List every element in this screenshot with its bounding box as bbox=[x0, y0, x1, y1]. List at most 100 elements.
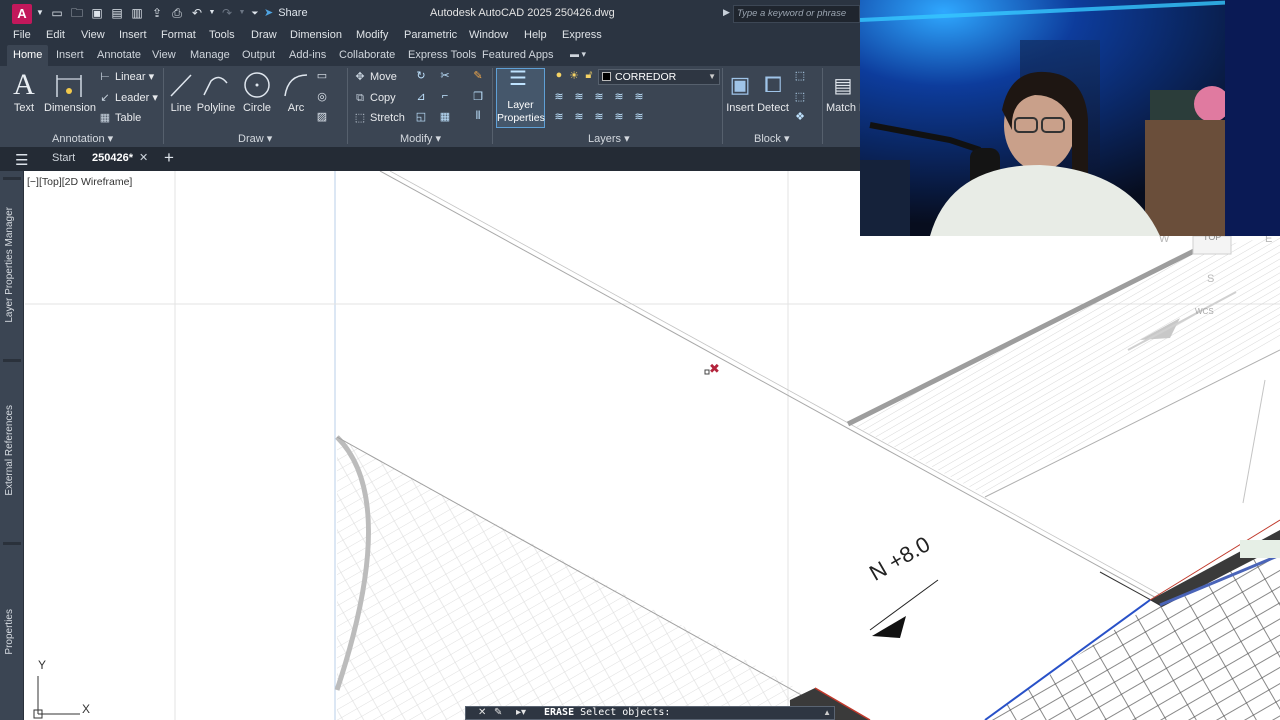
panel-title-layers[interactable]: Layers ▾ bbox=[588, 132, 630, 145]
tab-express-tools[interactable]: Express Tools bbox=[408, 49, 476, 61]
help-search-input[interactable]: Type a keyword or phrase bbox=[733, 5, 860, 23]
menu-file[interactable]: File bbox=[13, 29, 31, 41]
customize-toolbar-icon[interactable]: ⏷ bbox=[248, 6, 262, 20]
menu-dimension[interactable]: Dimension bbox=[290, 29, 342, 41]
current-layer-dropdown[interactable]: CORREDOR ▼ bbox=[598, 69, 720, 85]
menu-help[interactable]: Help bbox=[524, 29, 547, 41]
ribbon-minimize-icon[interactable]: ▬ ▾ bbox=[570, 49, 586, 60]
gradient-icon[interactable]: ▨ bbox=[314, 110, 330, 124]
chevron-up-icon[interactable]: ▲ bbox=[823, 707, 831, 719]
tab-start[interactable]: Start bbox=[52, 152, 75, 164]
menu-express[interactable]: Express bbox=[562, 29, 602, 41]
table-button[interactable]: ▦ Table bbox=[98, 110, 142, 126]
layer-lock-icon[interactable]: ≋ bbox=[551, 110, 567, 124]
linear-dimension-button[interactable]: ⊢ Linear ▾ bbox=[98, 69, 154, 85]
properties-tab[interactable]: Properties bbox=[4, 609, 15, 655]
layer-merge-icon[interactable]: ≋ bbox=[591, 110, 607, 124]
edit-block-icon[interactable]: ⬚ bbox=[792, 90, 808, 104]
menu-draw[interactable]: Draw bbox=[251, 29, 277, 41]
undo-dropdown-icon[interactable]: ▼ bbox=[205, 6, 219, 20]
share-button[interactable]: ➤ Share bbox=[264, 5, 308, 22]
tab-manage[interactable]: Manage bbox=[190, 49, 230, 61]
customize-icon[interactable]: ✎ bbox=[494, 707, 502, 719]
viewcube-south-label[interactable]: S bbox=[1207, 273, 1214, 285]
panel-title-modify[interactable]: Modify ▾ bbox=[400, 132, 441, 145]
tab-add-ins[interactable]: Add-ins bbox=[289, 49, 326, 61]
undo-icon[interactable]: ↶ bbox=[190, 6, 204, 20]
viewport-controls[interactable]: [−][Top][2D Wireframe] bbox=[27, 176, 132, 188]
hatch-icon[interactable]: ◎ bbox=[314, 90, 330, 104]
menu-insert[interactable]: Insert bbox=[119, 29, 147, 41]
export-icon[interactable]: ⇪ bbox=[150, 6, 164, 20]
layer-off-icon[interactable]: ≋ bbox=[631, 90, 647, 104]
layer-previous-icon[interactable]: ≋ bbox=[571, 90, 587, 104]
tab-output[interactable]: Output bbox=[242, 49, 275, 61]
open-folder-icon[interactable]: 🗀 bbox=[70, 6, 84, 20]
circle-button[interactable]: Circle bbox=[240, 68, 274, 114]
offset-icon[interactable]: ⫴ bbox=[470, 110, 486, 124]
search-expand-icon[interactable]: ▶ bbox=[723, 7, 730, 18]
stretch-button[interactable]: ⬚ Stretch bbox=[353, 110, 405, 126]
layer-properties-manager-tab[interactable]: Layer Properties Manager bbox=[4, 207, 15, 323]
tab-active-drawing[interactable]: 250426* bbox=[92, 152, 133, 164]
array-icon[interactable]: ▦ bbox=[437, 110, 453, 124]
menu-hamburger-icon[interactable]: ☰ bbox=[15, 151, 28, 169]
add-tab-icon[interactable]: + bbox=[164, 148, 174, 168]
wcs-label[interactable]: WCS bbox=[1195, 307, 1214, 316]
dimension-button[interactable]: Dimension bbox=[44, 68, 96, 114]
insert-block-button[interactable]: ▣ Insert bbox=[725, 68, 755, 114]
move-button[interactable]: ✥ Move bbox=[353, 69, 397, 85]
tab-home[interactable]: Home bbox=[7, 45, 49, 66]
new-file-icon[interactable]: ▭ bbox=[50, 6, 64, 20]
layer-delete-icon[interactable]: ≋ bbox=[611, 110, 627, 124]
tab-insert[interactable]: Insert bbox=[56, 49, 84, 61]
close-icon[interactable]: ✕ bbox=[478, 707, 486, 719]
menu-view[interactable]: View bbox=[81, 29, 105, 41]
layer-match-icon[interactable]: ≋ bbox=[551, 90, 567, 104]
redo-dropdown-icon[interactable]: ▼ bbox=[235, 6, 249, 20]
line-button[interactable]: Line bbox=[168, 68, 194, 114]
tab-view[interactable]: View bbox=[152, 49, 176, 61]
tab-collaborate[interactable]: Collaborate bbox=[339, 49, 395, 61]
autocad-logo[interactable]: A bbox=[12, 4, 32, 24]
layer-copy-icon[interactable]: ≋ bbox=[631, 110, 647, 124]
match-properties-button[interactable]: ▤ Match Propert bbox=[826, 68, 860, 115]
close-icon[interactable]: ✕ bbox=[139, 151, 148, 164]
layer-isolate-icon[interactable]: ≋ bbox=[591, 90, 607, 104]
polyline-button[interactable]: Polyline bbox=[196, 68, 236, 114]
layer-freeze-icon[interactable]: ≋ bbox=[611, 90, 627, 104]
panel-title-annotation[interactable]: Annotation ▾ bbox=[52, 132, 113, 145]
tab-featured-apps[interactable]: Featured Apps bbox=[482, 49, 554, 61]
external-references-tab[interactable]: External References bbox=[4, 405, 15, 496]
cloud-save-icon[interactable]: ▥ bbox=[130, 6, 144, 20]
plot-icon[interactable]: ⎙ bbox=[170, 6, 184, 20]
redo-icon[interactable]: ↷ bbox=[220, 6, 234, 20]
menu-tools[interactable]: Tools bbox=[209, 29, 235, 41]
explode-icon[interactable]: ❒ bbox=[470, 90, 486, 104]
detect-button[interactable]: ⧠ Detect bbox=[757, 68, 789, 114]
layer-properties-button[interactable]: ☰ Layer Properties bbox=[496, 68, 545, 128]
arc-button[interactable]: Arc bbox=[282, 68, 310, 114]
menu-edit[interactable]: Edit bbox=[46, 29, 65, 41]
create-block-icon[interactable]: ⬚ bbox=[792, 69, 808, 83]
rectangle-icon[interactable]: ▭ bbox=[314, 69, 330, 83]
block-attributes-icon[interactable]: ❖ bbox=[792, 110, 808, 124]
trim-icon[interactable]: ✂ bbox=[437, 69, 453, 83]
fillet-icon[interactable]: ⌐ bbox=[437, 90, 453, 104]
menu-parametric[interactable]: Parametric bbox=[404, 29, 457, 41]
drawing-canvas[interactable]: ✖ N +8.0 TOP W E S WCS bbox=[25, 171, 1280, 720]
save-icon[interactable]: ▣ bbox=[90, 6, 104, 20]
scale-icon[interactable]: ◱ bbox=[413, 110, 429, 124]
text-button[interactable]: A Text bbox=[10, 68, 38, 114]
tab-annotate[interactable]: Annotate bbox=[97, 49, 141, 61]
copy-button[interactable]: ⧉ Copy bbox=[353, 90, 396, 106]
panel-title-block[interactable]: Block ▾ bbox=[754, 132, 789, 145]
layer-walk-icon[interactable]: ≋ bbox=[571, 110, 587, 124]
save-as-icon[interactable]: ▤ bbox=[110, 6, 124, 20]
mirror-icon[interactable]: ⊿ bbox=[413, 90, 429, 104]
erase-icon[interactable]: ✎ bbox=[470, 69, 486, 83]
logo-dropdown-icon[interactable]: ▼ bbox=[33, 6, 47, 20]
panel-title-draw[interactable]: Draw ▾ bbox=[238, 132, 272, 145]
layer-on-icon[interactable]: ● bbox=[551, 69, 567, 83]
menu-modify[interactable]: Modify bbox=[356, 29, 388, 41]
